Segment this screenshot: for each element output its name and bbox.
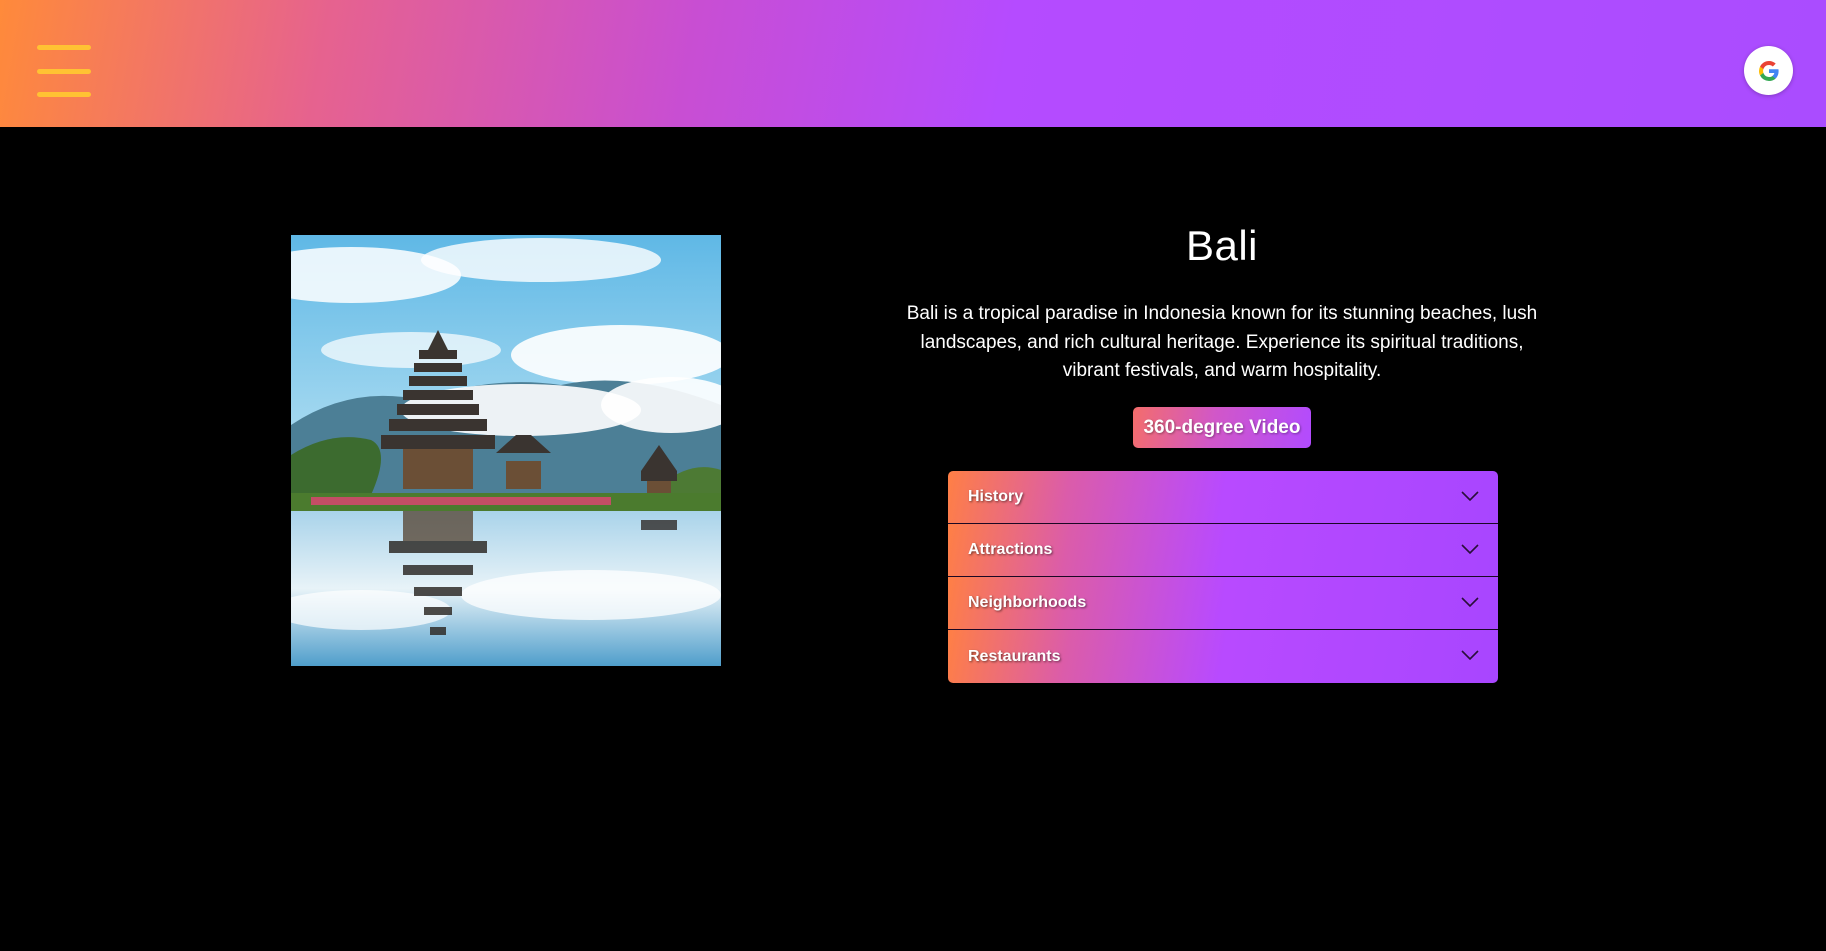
accordion-item-label: History: [968, 488, 1024, 505]
top-header: [0, 0, 1826, 127]
accordion-item-label: Restaurants: [968, 647, 1061, 665]
accordion-item-attractions[interactable]: Attractions: [948, 524, 1498, 577]
destination-description: Bali is a tropical paradise in Indonesia…: [906, 303, 1538, 381]
accordion-item-restaurants[interactable]: Restaurants: [948, 630, 1498, 683]
menu-bar: [37, 68, 91, 74]
hamburger-menu-icon[interactable]: [37, 45, 92, 97]
chevron-down-icon: [1461, 544, 1479, 555]
destination-title: Bali: [1185, 222, 1259, 269]
menu-bar: [37, 92, 91, 97]
menu-bar: [37, 45, 91, 50]
chevron-down-icon: [1461, 491, 1479, 502]
accordion-item-label: Neighborhoods: [968, 594, 1087, 611]
info-accordion: History Attractions Neighborhoods Restau…: [948, 471, 1498, 683]
google-icon: [1758, 60, 1779, 81]
google-sign-in-button[interactable]: [1744, 46, 1793, 95]
accordion-item-neighborhoods[interactable]: Neighborhoods: [948, 577, 1498, 630]
chevron-down-icon: [1461, 650, 1479, 661]
360-video-button[interactable]: 360-degree Video: [1133, 407, 1311, 448]
accordion-item-history[interactable]: History: [948, 471, 1498, 524]
chevron-down-icon: [1461, 597, 1479, 608]
destination-photo: [291, 235, 721, 666]
accordion-item-label: Attractions: [968, 541, 1053, 558]
